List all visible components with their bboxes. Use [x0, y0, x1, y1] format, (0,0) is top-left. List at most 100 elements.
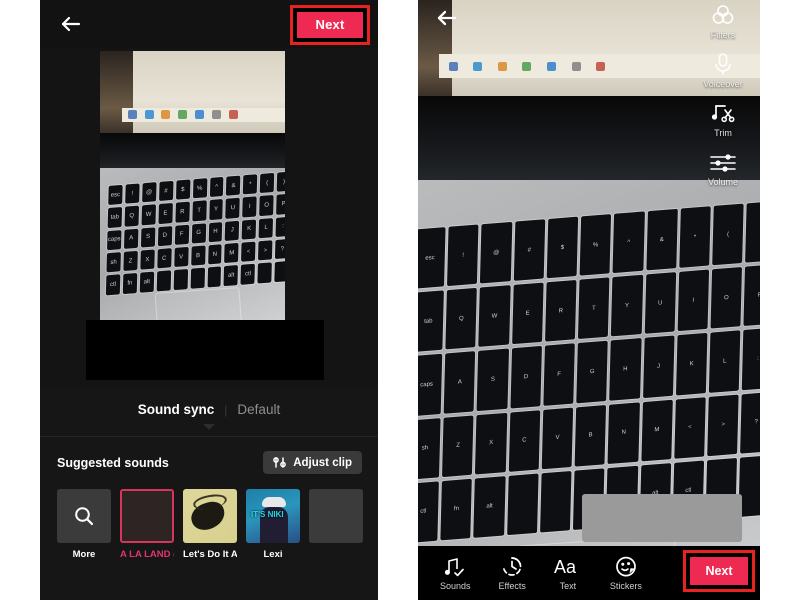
keyboard-key: ctl — [106, 274, 121, 296]
keyboard-key: T — [578, 277, 610, 340]
album-art-text: IT'S NIKI — [251, 510, 284, 519]
tool-label: Stickers — [609, 580, 642, 591]
keyboard-key: B — [574, 404, 607, 467]
keyboard-key: U — [644, 272, 677, 335]
right-screen-panel: esc!@#$%^&*() tabQWERTYUIOPcapsASDFGHJKL:… — [418, 0, 760, 600]
tool-stickers[interactable]: Stickers — [610, 556, 642, 591]
keyboard-key: fn — [440, 478, 473, 541]
keyboard-key — [274, 261, 285, 282]
tool-label: Volume — [707, 177, 739, 187]
sound-item-lets-do-it-again[interactable]: Let's Do It Ag — [183, 489, 237, 560]
keyboard-key — [156, 270, 172, 292]
keyboard-key: * — [243, 174, 258, 195]
keyboard-key: ) — [745, 200, 760, 263]
keyboard-key — [207, 266, 222, 288]
tool-label: Trim — [714, 128, 732, 138]
keyboard-key: ! — [125, 183, 140, 204]
left-screen-panel: esc! @ # $% ^ & *() tab Q W E R T Y U I O Pcaps A S D F G H J K L:… — [40, 0, 378, 600]
keyboard-key: J — [225, 220, 240, 241]
keyboard-key: F — [174, 224, 190, 245]
tool-voiceover[interactable]: Voiceover — [692, 51, 754, 89]
screenshot-root: esc! @ # $% ^ & *() tab Q W E R T Y U I O Pcaps A S D F G H J K L:… — [0, 0, 800, 600]
keyboard-key: Y — [611, 274, 644, 337]
keyboard-key: K — [675, 333, 708, 396]
sound-thumb-selected[interactable] — [120, 489, 174, 543]
tool-sounds[interactable]: Sounds — [440, 556, 471, 591]
keyboard-key: W — [478, 285, 511, 348]
keyboard-key: N — [208, 244, 223, 265]
keyboard-key: V — [174, 246, 189, 268]
keyboard-key: T — [192, 200, 207, 222]
tool-filters[interactable]: Filters — [692, 2, 754, 40]
sound-label: Lexi — [263, 549, 283, 560]
sound-label: A LA LAND ( — [120, 549, 174, 560]
tab-sound-sync[interactable]: Sound sync — [138, 402, 215, 417]
keyboard-key: Z — [442, 415, 475, 477]
suggested-sounds-list[interactable]: More A LA LAND ( Let's Do It Ag — [40, 474, 378, 560]
suggested-sounds-label: Suggested sounds — [57, 455, 169, 470]
keyboard-right: esc!@#$%^&*() tabQWERTYUIOPcapsASDFGHJKL:… — [418, 200, 760, 544]
keyboard-key: # — [159, 180, 174, 202]
keyboard-key: X — [475, 412, 508, 475]
keyboard-key: ? — [275, 238, 285, 260]
tool-text[interactable]: Aa Text — [554, 556, 582, 591]
sound-item-lexi[interactable]: IT'S NIKI Lexi — [246, 489, 300, 560]
keyboard-key: A — [444, 351, 476, 414]
keyboard-key: ctl — [418, 481, 440, 544]
keyboard-key: L — [709, 330, 741, 393]
tab-default[interactable]: Default — [237, 402, 280, 417]
keyboard-key: % — [579, 214, 612, 276]
keyboard-key — [190, 267, 205, 289]
keyboard-key — [506, 473, 539, 536]
keyboard-key: C — [508, 409, 541, 472]
sheet-caret-icon — [203, 424, 215, 430]
adjust-clip-label: Adjust clip — [293, 456, 352, 469]
keyboard-key: U — [226, 197, 241, 219]
next-button-highlight-left[interactable]: Next — [290, 5, 370, 45]
keyboard-key: ! — [447, 224, 480, 287]
sound-thumb[interactable] — [183, 489, 237, 543]
keyboard-key: : — [742, 328, 760, 390]
search-icon — [75, 507, 94, 526]
keyboard-key: C — [157, 248, 172, 269]
keyboard-key: E — [511, 282, 544, 345]
sound-item-more[interactable]: More — [57, 489, 111, 560]
back-arrow-icon — [437, 10, 457, 26]
filters-icon — [712, 5, 734, 24]
tool-trim[interactable]: Trim — [692, 100, 754, 138]
tool-effects[interactable]: Effects — [499, 556, 526, 591]
keyboard-key: esc — [108, 184, 123, 206]
keyboard-key: G — [191, 222, 207, 244]
keyboard-key: Z — [123, 250, 139, 272]
sound-item-a-la-land[interactable]: A LA LAND ( — [120, 489, 174, 560]
keyboard-key: ? — [740, 391, 760, 454]
keyboard-key: @ — [480, 221, 513, 284]
keyboard-key: K — [242, 218, 257, 240]
next-button[interactable]: Next — [297, 12, 363, 38]
sound-thumb-more[interactable] — [57, 489, 111, 543]
keyboard-key: ctl — [241, 263, 256, 285]
preview-letterbox-strip — [86, 320, 324, 380]
back-button[interactable] — [434, 6, 460, 30]
tool-volume[interactable]: Volume — [692, 149, 754, 187]
keyboard-key: O — [710, 267, 743, 329]
sound-thumb[interactable] — [309, 489, 363, 543]
tab-divider: | — [224, 403, 228, 417]
keyboard-key: tab — [108, 207, 123, 228]
sound-thumb[interactable]: IT'S NIKI — [246, 489, 300, 543]
next-button[interactable]: Next — [690, 557, 748, 585]
text-aa-icon: Aa — [554, 557, 577, 577]
keyboard-key: fn — [123, 273, 138, 294]
adjust-clip-button[interactable]: Adjust clip — [263, 451, 362, 474]
bottom-toolbar: Sounds Effects Aa Text Stickers Next — [418, 546, 760, 600]
keyboard-key: ^ — [209, 176, 225, 198]
sound-item-partial[interactable] — [309, 489, 363, 560]
keyboard-key: B — [191, 245, 206, 266]
back-button[interactable] — [58, 12, 84, 36]
microphone-icon — [715, 53, 731, 75]
sound-sheet: Sound sync | Default Suggested sounds Ad… — [40, 388, 378, 600]
keyboard-key: $ — [546, 216, 579, 279]
next-button-highlight-right[interactable]: Next — [683, 550, 755, 592]
keyboard-left: esc! @ # $% ^ & *() tab Q W E R T Y U I O Pcaps A S D F G H J K L:… — [106, 171, 285, 296]
keyboard-key: I — [677, 269, 710, 332]
